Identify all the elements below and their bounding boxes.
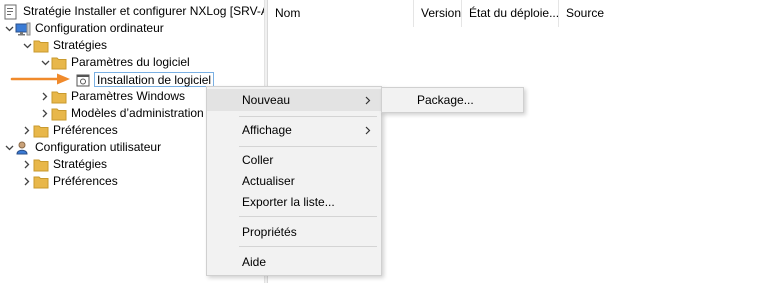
arrow-pointer-icon <box>10 73 70 85</box>
user-icon <box>15 140 31 156</box>
tree-item-strategies[interactable]: Stratégies <box>21 37 107 54</box>
menu-separator <box>239 216 377 217</box>
tree-item-label: Installation de logiciel <box>94 72 215 87</box>
tree-item-windows-settings[interactable]: Paramètres Windows <box>39 88 185 105</box>
tree-item-label: Préférences <box>53 174 118 188</box>
computer-icon <box>15 21 31 37</box>
chevron-right-icon <box>365 89 371 111</box>
tree-item-label: Stratégies <box>53 157 108 171</box>
tree-item-label: Stratégie Installer et configurer NXLog … <box>23 4 264 18</box>
chevron-down-icon[interactable] <box>21 37 33 54</box>
menu-item-new[interactable]: Nouveau <box>207 89 381 111</box>
menu-separator <box>239 116 377 117</box>
chevron-down-icon[interactable] <box>3 20 15 37</box>
tree-item-label: Paramètres Windows <box>71 89 186 103</box>
column-header-deployment-state[interactable]: État du déploie... <box>462 0 559 27</box>
tree-item-label: Préférences <box>53 123 118 137</box>
folder-icon <box>51 55 67 71</box>
menu-item-export-list[interactable]: Exporter la liste... <box>207 191 381 213</box>
chevron-down-icon[interactable] <box>39 54 51 71</box>
menu-item-label: Affichage <box>242 123 292 137</box>
chevron-down-icon[interactable] <box>3 139 15 156</box>
tree-item-user-strategies[interactable]: Stratégies <box>21 156 107 173</box>
tree-item-admin-templates[interactable]: Modèles d’administration <box>39 105 204 122</box>
chevron-right-icon[interactable] <box>21 173 33 190</box>
column-header-version[interactable]: Version <box>414 0 462 27</box>
tree-item-software-installation[interactable]: Installation de logiciel <box>75 71 215 88</box>
chevron-right-icon[interactable] <box>39 88 51 105</box>
column-header-source[interactable]: Source <box>559 0 679 27</box>
tree-item-preferences[interactable]: Préférences <box>21 122 118 139</box>
menu-item-label: Nouveau <box>242 93 291 107</box>
chevron-right-icon[interactable] <box>39 105 51 122</box>
folder-icon <box>51 89 67 105</box>
tree-item-label: Stratégies <box>53 38 108 52</box>
menu-item-refresh[interactable]: Actualiser <box>207 170 381 192</box>
software-installation-icon <box>75 72 91 88</box>
chevron-right-icon <box>365 119 371 141</box>
tree-item-computer-config[interactable]: Configuration ordinateur <box>3 20 164 37</box>
tree-item-user-preferences[interactable]: Préférences <box>21 173 118 190</box>
menu-item-paste[interactable]: Coller <box>207 149 381 171</box>
chevron-right-icon[interactable] <box>21 156 33 173</box>
folder-icon <box>33 157 49 173</box>
gpo-icon <box>3 4 19 20</box>
menu-item-view[interactable]: Affichage <box>207 119 381 141</box>
column-header-name[interactable]: Nom <box>268 0 414 27</box>
menu-item-help[interactable]: Aide <box>207 251 381 273</box>
submenu-new: Package... <box>381 87 524 113</box>
menu-item-package[interactable]: Package... <box>382 89 523 111</box>
folder-icon <box>33 174 49 190</box>
tree-item-label: Paramètres du logiciel <box>71 55 190 69</box>
folder-icon <box>33 38 49 54</box>
menu-separator <box>239 146 377 147</box>
tree-item-software-settings[interactable]: Paramètres du logiciel <box>39 54 190 71</box>
tree-item-label: Configuration ordinateur <box>35 21 164 35</box>
tree-item-user-config[interactable]: Configuration utilisateur <box>3 139 161 156</box>
folder-icon <box>33 123 49 139</box>
tree-item-root[interactable]: Stratégie Installer et configurer NXLog … <box>3 3 264 20</box>
tree-item-label: Modèles d’administration <box>71 106 204 120</box>
tree-item-label: Configuration utilisateur <box>35 140 162 154</box>
menu-item-properties[interactable]: Propriétés <box>207 221 381 243</box>
context-menu: Nouveau Affichage Coller Actualiser Expo… <box>206 86 382 276</box>
folder-icon <box>51 106 67 122</box>
chevron-right-icon[interactable] <box>21 122 33 139</box>
list-header: Nom Version État du déploie... Source <box>268 0 768 27</box>
menu-separator <box>239 246 377 247</box>
